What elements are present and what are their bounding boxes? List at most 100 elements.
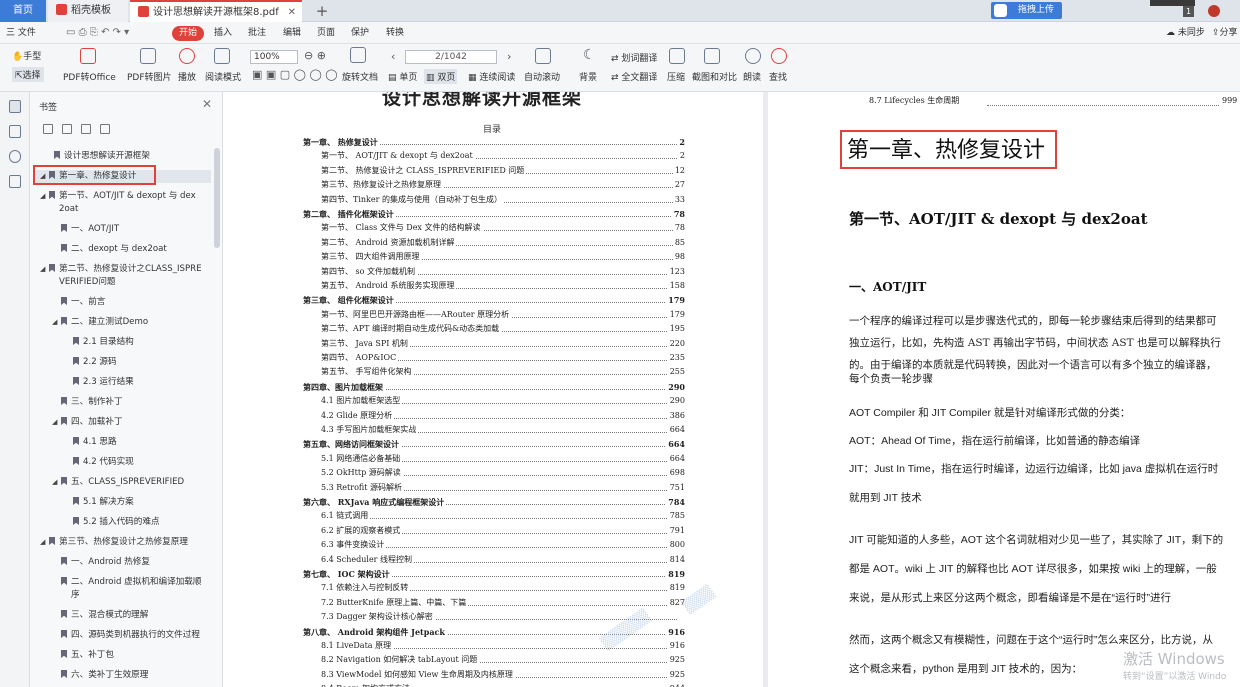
toc-entry[interactable]: 5.1 网络通信必备基础 664: [321, 453, 685, 464]
bookmark-item[interactable]: 4.1 思路: [64, 436, 117, 449]
toc-entry[interactable]: 第五节、 Android 系统服务实现原理 158: [321, 281, 685, 291]
sync-status[interactable]: ☁ 未同步: [1166, 22, 1205, 44]
toc-entry[interactable]: 第四节、 so 文件加载机制 123: [321, 266, 685, 277]
menu-edit[interactable]: 编辑: [283, 22, 301, 44]
toc-entry[interactable]: 第五章、网络访问框架设计 664: [303, 439, 685, 450]
tab-templates[interactable]: 稻壳模板: [48, 0, 128, 22]
menu-start[interactable]: 开始: [172, 26, 205, 41]
toc-entry[interactable]: 第二节、 热修复设计之 CLASS_ISPREVERIFIED 问题 12: [321, 165, 685, 176]
toc-entry[interactable]: 4.2 Glide 原理分析 386: [321, 410, 685, 421]
toc-entry[interactable]: 第一节、 AOT/JIT & dexopt 与 dex2oat 2: [321, 151, 685, 162]
tab-document[interactable]: 设计思想解读开源框架8.pdf ✕: [130, 0, 302, 22]
bookmark-item[interactable]: 五、补丁包: [52, 649, 114, 662]
toc-entry[interactable]: 5.3 Retrofit 源码解析 751: [321, 482, 685, 493]
quick-access-icons[interactable]: ▭ ⎙ ⎘ ↶ ↷ ▾: [66, 22, 129, 44]
bookmark-item[interactable]: 5.2 插入代码的难点: [64, 516, 160, 529]
menu-insert[interactable]: 插入: [214, 22, 232, 44]
view-icons[interactable]: ▣ ▣ ▢ ◯ ◯ ◯: [252, 68, 338, 81]
menu-convert[interactable]: 转换: [386, 22, 404, 44]
bookmark-item[interactable]: ◢ 第二节、热修复设计之CLASS_ISPRE VERIFIED问题: [40, 263, 202, 289]
bookmark-item[interactable]: 一、AOT/JIT: [52, 223, 119, 236]
attachment-icon[interactable]: [9, 150, 21, 163]
tab-home[interactable]: 首页: [0, 0, 46, 22]
toc-entry[interactable]: 第六章、 RXJava 响应式编程框架设计 784: [303, 497, 685, 508]
bookmark-panel-icon[interactable]: [9, 100, 21, 113]
menu-protect[interactable]: 保护: [351, 22, 369, 44]
delete-bookmark-icon[interactable]: [100, 124, 110, 134]
translate-word-button[interactable]: ⇄ 划词翻译: [611, 51, 657, 64]
select-tool[interactable]: ⇱选择: [12, 67, 44, 82]
toc-entry[interactable]: 5.2 OkHttp 源码解读 698: [321, 468, 685, 479]
expand-arrow-icon[interactable]: ◢: [52, 416, 61, 429]
toc-entry[interactable]: 第三章、 组件化框架设计 179: [303, 295, 685, 306]
toc-entry[interactable]: 7.1 依赖注入与控制反转 819: [321, 583, 685, 594]
expand-arrow-icon[interactable]: ◢: [52, 476, 61, 489]
bookmark-item[interactable]: ◢ 二、建立测试Demo: [52, 316, 148, 329]
bookmark-item[interactable]: 六、类补丁生效原理: [52, 669, 148, 682]
close-sidebar-icon[interactable]: ✕: [202, 97, 212, 111]
new-tab-button[interactable]: +: [312, 0, 332, 22]
toc-entry[interactable]: 7.2 ButterKnife 原理上篇、中篇、下篇 827: [321, 597, 685, 608]
toc-entry[interactable]: 第二章、 插件化框架设计 78: [303, 209, 685, 220]
bookmark-item[interactable]: ◢ 第一节、AOT/JIT & dexopt 与 dex 2oat: [40, 190, 196, 216]
screenshot-compare-button[interactable]: 截图和对比: [692, 70, 737, 83]
background-button[interactable]: 背景: [579, 70, 597, 83]
bookmark-item[interactable]: 三、制作补丁: [52, 396, 123, 409]
read-mode-button[interactable]: 阅读模式: [205, 70, 241, 83]
next-page-icon[interactable]: ›: [507, 50, 511, 63]
toc-entry[interactable]: 8.2 Navigation 如何解决 tabLayout 问题 925: [321, 655, 685, 666]
toc-entry[interactable]: 第五节、 手写组件化架构 255: [321, 367, 685, 378]
hand-tool[interactable]: ✋手型: [12, 49, 41, 62]
single-page-button[interactable]: ▤ 单页: [388, 70, 417, 83]
toc-entry[interactable]: 第三节、 四大组件调用原理 98: [321, 252, 685, 263]
bookmark-item[interactable]: 2.3 运行结果: [64, 376, 134, 389]
bookmark-item[interactable]: 一、Android 热修复: [52, 556, 150, 569]
toc-entry[interactable]: 第三节、 Java SPI 机制 220: [321, 338, 685, 349]
pdf-to-image-button[interactable]: PDF转图片: [127, 70, 172, 83]
rotate-button[interactable]: 旋转文档: [342, 70, 378, 83]
expand-arrow-icon[interactable]: ◢: [40, 263, 49, 276]
toc-entry[interactable]: 第四节、 AOP&IOC 235: [321, 353, 685, 363]
drag-upload-button[interactable]: 拖拽上传: [991, 2, 1062, 19]
compress-button[interactable]: 压缩: [667, 70, 685, 83]
bookmark-item[interactable]: 5.1 解决方案: [64, 496, 134, 509]
bookmark-item[interactable]: ◢ 四、加载补丁: [52, 416, 123, 429]
toc-entry[interactable]: 第三节、热修复设计之热修复原理 27: [321, 180, 685, 191]
toc-entry[interactable]: 第四章、图片加载框架 290: [303, 381, 685, 393]
signature-icon[interactable]: [9, 175, 21, 188]
bookmark-item[interactable]: 设计思想解读开源框架: [45, 150, 150, 163]
share-button[interactable]: ⇪分享: [1212, 22, 1238, 44]
menu-comment[interactable]: 批注: [248, 22, 266, 44]
read-aloud-button[interactable]: 朗读: [743, 70, 761, 83]
search-button[interactable]: 查找: [769, 70, 787, 83]
expand-arrow-icon[interactable]: ◢: [52, 316, 61, 329]
translate-full-button[interactable]: ⇄ 全文翻译: [611, 70, 657, 83]
expand-icon[interactable]: [43, 124, 53, 134]
toc-entry[interactable]: 第一章、 热修复设计 2: [303, 137, 685, 148]
toc-entry[interactable]: 第二节、 Android 资源加载机制详解 85: [321, 237, 685, 248]
continuous-read-button[interactable]: ▦ 连续阅读: [468, 70, 515, 83]
toc-entry[interactable]: 4.3 手写图片加载框架实战 664: [321, 425, 685, 435]
bookmark-item[interactable]: 2.2 源码: [64, 356, 117, 369]
sidebar-scrollbar[interactable]: [214, 148, 220, 248]
toc-entry[interactable]: 8.3 ViewModel 如何感知 View 生命周期及内核原理 925: [321, 669, 685, 680]
bookmark-item[interactable]: 二、dexopt 与 dex2oat: [52, 243, 167, 256]
autoscroll-button[interactable]: 自动滚动: [524, 70, 560, 83]
expand-arrow-icon[interactable]: ◢: [40, 190, 49, 203]
bookmark-item[interactable]: 2.1 目录结构: [64, 336, 134, 349]
bookmark-item[interactable]: ◢ 五、CLASS_ISPREVERIFIED: [52, 476, 184, 489]
expand-arrow-icon[interactable]: ◢: [40, 536, 49, 549]
add-bookmark-icon[interactable]: [81, 124, 91, 134]
toc-entry[interactable]: 6.1 链式调用 785: [321, 511, 685, 522]
toc-entry[interactable]: 第四节、Tinker 的集成与使用（自动补丁包生成） 33: [321, 194, 685, 205]
bookmark-item[interactable]: 四、源码类到机器执行的文件过程: [52, 629, 200, 642]
bookmark-item[interactable]: 二、Android 虚拟机和编译加载顺序: [52, 576, 202, 602]
toc-entry[interactable]: 第二节、APT 编译时期自动生成代码&动态类加载 195: [321, 324, 685, 335]
pdf-to-office-button[interactable]: PDF转Office: [63, 70, 116, 83]
zoom-buttons[interactable]: ⊖ ⊕: [304, 49, 326, 62]
toc-entry[interactable]: 4.1 图片加载框架选型 290: [321, 396, 685, 407]
zoom-select[interactable]: 100%: [250, 50, 298, 64]
menu-file[interactable]: 三 文件: [6, 22, 36, 44]
menu-page[interactable]: 页面: [317, 22, 335, 44]
close-tab-icon[interactable]: ✕: [288, 2, 296, 24]
